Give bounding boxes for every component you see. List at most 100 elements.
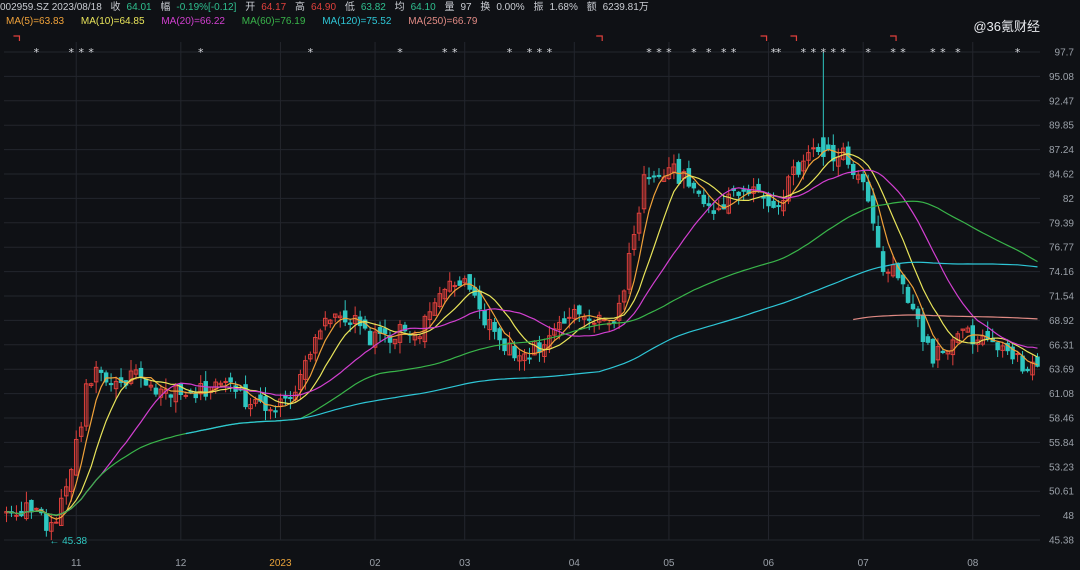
candle-body	[288, 397, 293, 400]
event-star-icon: *	[34, 46, 40, 59]
event-flag-icon	[13, 35, 21, 41]
candle-body	[347, 322, 353, 325]
event-star-icon: *	[821, 46, 827, 59]
event-star-icon: *	[527, 46, 533, 59]
candle-body	[567, 316, 572, 319]
y-tick-label: 89.85	[1049, 121, 1074, 132]
y-tick-label: 71.54	[1049, 292, 1074, 303]
candle-body	[711, 210, 717, 214]
event-star-icon: *	[452, 46, 458, 59]
candle-body	[656, 174, 662, 177]
ma10-line	[6, 153, 1038, 517]
low-marker-label: ← 45.38	[49, 536, 87, 547]
x-tick-label: 08	[967, 558, 979, 569]
candle-body	[995, 342, 1000, 351]
event-flag-icon	[596, 35, 603, 41]
candle-body	[930, 338, 936, 364]
candle-body	[138, 367, 144, 378]
event-star-icon: *	[801, 46, 807, 59]
y-tick-label: 55.84	[1049, 438, 1074, 449]
candle-body	[527, 357, 532, 360]
candle-body	[153, 387, 159, 395]
candle-body	[771, 200, 776, 208]
candlestick-chart[interactable]: 97.7 95.08 92.47 89.85 87.24 84.62 82 79.39 76.7…	[0, 0, 1080, 570]
x-tick-label: 12	[175, 558, 187, 569]
event-star-icon: *	[88, 46, 94, 59]
candle-body	[228, 377, 233, 383]
candle-body	[577, 305, 582, 315]
candle-body	[342, 310, 348, 323]
y-tick-label: 53.23	[1049, 462, 1074, 473]
event-star-icon: *	[1015, 46, 1021, 59]
candle-body	[850, 163, 856, 176]
candle-body	[54, 521, 59, 524]
candle-body	[736, 191, 741, 196]
event-star-icon: *	[706, 46, 712, 59]
candle-body	[562, 318, 567, 324]
candle-body	[586, 318, 592, 321]
candle-body	[676, 158, 682, 184]
candle-body	[367, 330, 373, 346]
candle-body	[865, 181, 871, 202]
candle-body	[183, 394, 189, 397]
candle-body	[168, 394, 174, 398]
event-star-icon: *	[666, 46, 672, 59]
candle-body	[44, 513, 49, 531]
x-tick-label: 02	[370, 558, 382, 569]
candle-body	[492, 321, 497, 332]
candle-body	[452, 285, 458, 288]
y-tick-label: 74.16	[1049, 267, 1074, 278]
candle-body	[512, 345, 517, 359]
y-tick-label: 95.08	[1049, 72, 1074, 83]
event-star-icon: *	[656, 46, 662, 59]
candle-body	[1015, 353, 1020, 356]
candle-body	[497, 328, 502, 341]
event-star-icon: *	[731, 46, 737, 59]
event-star-icon: *	[442, 46, 448, 59]
y-tick-label: 45.38	[1049, 536, 1074, 547]
y-tick-label: 97.7	[1055, 48, 1075, 59]
candle-body	[283, 395, 288, 399]
candle-body	[741, 189, 746, 192]
event-star-icon: *	[811, 46, 817, 59]
event-star-icon: *	[865, 46, 871, 59]
candle-body	[910, 303, 916, 310]
candle-body	[1025, 368, 1030, 372]
event-star-icon: *	[940, 46, 946, 59]
candle-body	[591, 322, 597, 325]
x-tick-label: 11	[71, 558, 82, 569]
candle-body	[875, 226, 881, 248]
x-tick-label: 07	[858, 558, 870, 569]
y-tick-label: 63.69	[1049, 365, 1074, 376]
candle-body	[467, 274, 472, 290]
candle-body	[880, 251, 886, 273]
y-tick-label: 61.08	[1049, 389, 1074, 400]
event-flag-icon	[760, 35, 768, 41]
event-star-icon: *	[776, 46, 782, 59]
candle-body	[816, 146, 821, 153]
candle-body	[651, 175, 657, 178]
candle-body	[860, 173, 866, 183]
event-star-icon: *	[198, 46, 204, 59]
candle-body	[905, 286, 911, 303]
candle-body	[686, 168, 692, 187]
x-tick-label: 06	[763, 558, 775, 569]
candle-body	[915, 308, 921, 320]
candle-body	[925, 336, 931, 343]
candle-body	[1020, 355, 1025, 372]
event-star-icon: *	[646, 46, 652, 59]
event-flag-icon	[890, 35, 897, 41]
y-tick-label: 76.77	[1049, 243, 1074, 254]
y-tick-label: 82	[1063, 194, 1075, 205]
event-star-icon: *	[397, 46, 403, 59]
candle-body	[870, 195, 876, 224]
candle-body	[98, 369, 104, 373]
candle-body	[273, 410, 278, 413]
event-star-icon: *	[890, 46, 896, 59]
candle-body	[108, 383, 114, 386]
event-star-icon: *	[308, 46, 314, 59]
candle-body	[14, 514, 19, 517]
y-tick-label: 92.47	[1049, 96, 1074, 107]
y-tick-label: 87.24	[1049, 145, 1074, 156]
event-star-icon: *	[831, 46, 837, 59]
